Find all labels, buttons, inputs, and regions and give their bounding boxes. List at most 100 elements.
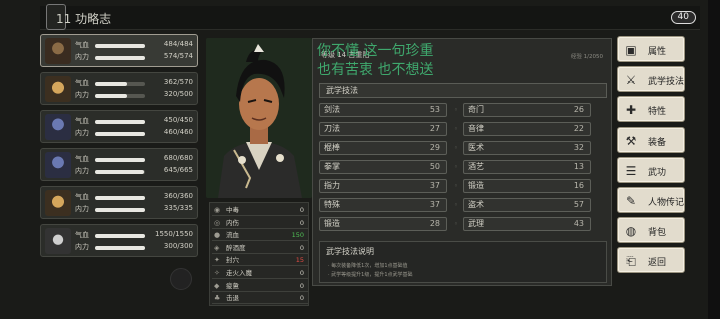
party-member-3[interactable]: 气血 450/450 内力 460/460 — [40, 110, 198, 143]
description-line-2: · 武学等级提升1级，提升1点武学基础 — [328, 272, 413, 278]
party-member-5[interactable]: 气血 360/360 内力 335/335 — [40, 186, 198, 219]
menu-button-6[interactable]: ✎ 人物传记 — [617, 187, 685, 213]
mp-value: 645/665 — [163, 166, 193, 174]
hp-label: 气血 — [75, 231, 89, 239]
party-member-6[interactable]: 气血 1550/1550 内力 300/300 — [40, 224, 198, 257]
hp-value: 362/570 — [163, 78, 193, 86]
skill-14[interactable]: 武理 43 — [463, 217, 591, 231]
skill-value: 32 — [573, 143, 584, 152]
skill-2[interactable]: 奇门 26 — [463, 103, 591, 117]
status-name: 中毒 — [226, 206, 239, 214]
status-row: ● 流血 150 — [212, 230, 308, 242]
hp-label: 气血 — [75, 117, 89, 125]
mp-bar — [95, 132, 145, 136]
status-row: ✦ 封穴 15 — [212, 255, 308, 267]
status-name: 走火入魔 — [226, 269, 252, 277]
skill-13[interactable]: 锻造 28 — [319, 217, 447, 231]
skill-value: 37 — [429, 181, 440, 190]
skill-value: 57 — [573, 200, 584, 209]
mp-label: 内力 — [75, 53, 89, 61]
menu-label: 返回 — [648, 258, 667, 269]
skill-value: 29 — [429, 143, 440, 152]
qi-deviation-icon: ✧ — [214, 269, 220, 277]
counter-badge: 40 — [670, 11, 696, 24]
hp-value: 1550/1550 — [155, 230, 193, 238]
skill-1[interactable]: 剑法 53 — [319, 103, 447, 117]
hp-bar — [95, 234, 145, 238]
martial-arts-icon: ⚔ — [625, 73, 637, 88]
top-bar — [40, 6, 700, 30]
hero-avatar — [45, 38, 71, 64]
skill-8[interactable]: 酒艺 13 — [463, 160, 591, 174]
menu-button-1[interactable]: ▣ 属性 — [617, 36, 685, 62]
mp-bar — [95, 56, 145, 60]
menu-button-7[interactable]: ◍ 背包 — [617, 217, 685, 244]
skill-name: 锻造 — [324, 219, 340, 228]
mp-bar — [95, 94, 145, 98]
skill-value: 43 — [573, 219, 584, 228]
skill-9[interactable]: 指力 37 — [319, 179, 447, 193]
traits-icon: ✚ — [625, 103, 637, 118]
menu-button-4[interactable]: ⚒ 装备 — [617, 126, 685, 153]
page-title: 11 功略志 — [56, 10, 111, 27]
skill-5[interactable]: 棍棒 29 — [319, 141, 447, 155]
menu-label: 背包 — [648, 228, 667, 239]
description-title: 武学技法说明 — [326, 247, 374, 256]
hp-label: 气血 — [75, 79, 89, 87]
skill-name: 指力 — [324, 181, 340, 190]
party-member-4[interactable]: 气血 680/680 内力 645/665 — [40, 148, 198, 181]
joystick-decoration — [170, 268, 192, 290]
status-value: 0 — [299, 269, 304, 277]
hp-value: 680/680 — [163, 154, 193, 162]
menu-label: 武学技法 — [648, 77, 685, 88]
skill-11[interactable]: 特殊 37 — [319, 198, 447, 212]
skill-6[interactable]: 医术 32 — [463, 141, 591, 155]
tab-number: 11 — [56, 12, 72, 26]
party-member-1[interactable]: 气血 484/484 内力 574/574 — [40, 34, 198, 67]
mp-label: 内力 — [75, 243, 89, 251]
status-value: 0 — [299, 281, 304, 290]
skill-value: 16 — [573, 181, 584, 190]
skill-name: 医术 — [468, 143, 484, 152]
status-value: 0 — [299, 206, 304, 214]
skill-3[interactable]: 刀法 27 — [319, 122, 447, 136]
status-name: 击退 — [226, 294, 239, 303]
status-value: 15 — [295, 256, 304, 265]
skill-12[interactable]: 盗术 57 — [463, 198, 591, 212]
skills-section-title: 武学技法 — [319, 83, 607, 98]
status-name: 醉酒度 — [226, 243, 246, 252]
menu-button-8[interactable]: ⎗ 返回 — [617, 247, 685, 274]
lyrics-line-2: 也有苦衷 也不想送 — [317, 62, 434, 78]
party-member-2[interactable]: 气血 362/570 内力 320/500 — [40, 72, 198, 105]
status-name: 封穴 — [226, 256, 239, 265]
skill-4[interactable]: 音律 22 — [463, 122, 591, 136]
status-row: ◉ 中毒 0 — [212, 205, 308, 216]
skill-name: 音律 — [468, 124, 484, 133]
lady-avatar — [45, 152, 71, 178]
hit-icon: ♣ — [214, 294, 221, 303]
skill-value: 28 — [429, 219, 440, 228]
skill-7[interactable]: 拳掌 50 — [319, 160, 447, 174]
seal-icon: ✦ — [214, 256, 220, 265]
hp-bar — [95, 196, 145, 200]
skills-description: 武学技法说明 · 每次装备降低1次，增加1点基础值 · 武学等级提升1级，提升1… — [319, 241, 607, 283]
status-value: 0 — [299, 294, 304, 303]
hp-bar — [95, 82, 145, 86]
status-name: 流血 — [226, 231, 239, 240]
skill-name: 奇门 — [468, 105, 484, 114]
poison-icon: ◉ — [214, 206, 221, 214]
menu-button-2[interactable]: ⚔ 武学技法 — [617, 66, 685, 93]
equipment-icon: ⚒ — [625, 133, 637, 148]
lyrics-line-1: 你不懂 这一句珍重 — [317, 43, 434, 59]
skill-divider-icon: ◦ — [453, 163, 459, 171]
status-name: 内伤 — [226, 218, 239, 227]
hp-bar — [95, 158, 145, 162]
character-portrait — [206, 38, 312, 198]
skill-10[interactable]: 锻造 16 — [463, 179, 591, 193]
party-list: 气血 484/484 内力 574/574 气血 362/570 内力 320/500 气血 45… — [40, 34, 200, 284]
menu-label: 属性 — [648, 47, 667, 57]
menu-button-3[interactable]: ✚ 特性 — [617, 96, 685, 123]
skill-divider-icon: ◦ — [453, 106, 459, 114]
fox-avatar — [45, 190, 71, 216]
menu-button-5[interactable]: ☰ 武功 — [617, 156, 685, 183]
